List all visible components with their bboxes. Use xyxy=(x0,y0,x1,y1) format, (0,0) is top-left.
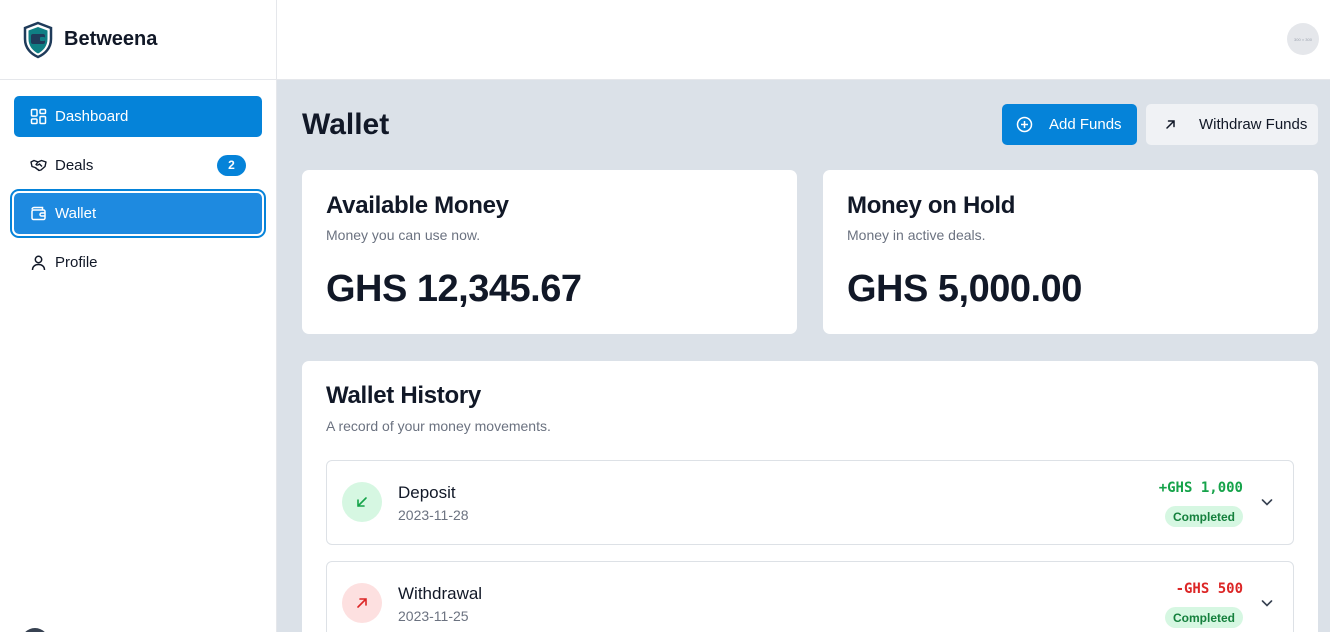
status-badge: Completed xyxy=(1164,506,1243,527)
avatar[interactable]: 300 × 300 xyxy=(1287,23,1319,55)
withdraw-funds-button[interactable]: Withdraw Funds xyxy=(1146,104,1318,145)
main-content: Wallet Add Funds Withdraw Funds Availabl… xyxy=(277,80,1330,632)
card-title: Available Money xyxy=(326,192,509,219)
plus-circle-icon xyxy=(1016,116,1033,133)
chevron-down-icon[interactable] xyxy=(1259,494,1275,510)
add-funds-label: Add Funds xyxy=(1049,116,1122,133)
withdraw-funds-label: Withdraw Funds xyxy=(1199,116,1308,133)
sidebar-nav: Dashboard Deals 2 Wallet Profile xyxy=(0,80,276,306)
user-icon xyxy=(30,254,47,271)
handshake-icon xyxy=(30,157,47,174)
sidebar-item-deals[interactable]: Deals 2 xyxy=(14,145,262,186)
brand[interactable]: Betweena xyxy=(0,0,276,80)
history-title: Wallet History xyxy=(326,382,481,409)
chevron-down-icon[interactable] xyxy=(1259,595,1275,611)
topbar: 300 × 300 xyxy=(277,0,1330,80)
arrow-up-right-icon xyxy=(342,583,382,623)
sidebar-item-dashboard[interactable]: Dashboard xyxy=(14,96,262,137)
sidebar-item-label: Dashboard xyxy=(55,108,129,125)
dashboard-icon xyxy=(30,108,47,125)
status-badge: Completed xyxy=(1164,607,1243,628)
avatar-placeholder-text: 300 × 300 xyxy=(1294,36,1312,42)
transaction-date: 2023-11-25 xyxy=(398,608,469,624)
arrow-down-left-icon xyxy=(342,482,382,522)
hold-balance: GHS 5,000.00 xyxy=(847,268,1082,310)
available-balance: GHS 12,345.67 xyxy=(326,268,582,310)
money-on-hold-card: Money on Hold Money in active deals. GHS… xyxy=(823,170,1318,334)
transaction-type: Withdrawal xyxy=(398,584,483,603)
sidebar: Betweena Dashboard Deals 2 Wallet Profil… xyxy=(0,0,277,632)
card-subtitle: Money in active deals. xyxy=(847,227,986,243)
sidebar-item-profile[interactable]: Profile xyxy=(14,242,262,283)
history-subtitle: A record of your money movements. xyxy=(326,418,551,434)
sidebar-item-label: Wallet xyxy=(55,205,97,222)
page-title: Wallet xyxy=(302,108,390,141)
add-funds-button[interactable]: Add Funds xyxy=(1002,104,1137,145)
arrow-up-right-icon xyxy=(1162,116,1179,133)
available-money-card: Available Money Money you can use now. G… xyxy=(302,170,797,334)
sidebar-item-wallet[interactable]: Wallet xyxy=(14,193,262,234)
deals-count-badge: 2 xyxy=(217,154,246,176)
list-item[interactable]: Withdrawal 2023-11-25 -GHS 500 Completed xyxy=(326,561,1294,632)
sidebar-item-label: Profile xyxy=(55,253,98,271)
sidebar-item-label: Deals xyxy=(55,156,94,174)
wallet-history-card: Wallet History A record of your money mo… xyxy=(302,361,1318,632)
brand-name: Betweena xyxy=(64,28,158,50)
shield-wallet-icon xyxy=(22,21,54,59)
transaction-amount: -GHS 500 xyxy=(1175,581,1243,597)
card-title: Money on Hold xyxy=(847,192,1016,219)
transaction-type: Deposit xyxy=(398,483,456,502)
transaction-amount: +GHS 1,000 xyxy=(1158,480,1243,496)
transaction-date: 2023-11-28 xyxy=(398,507,469,523)
wallet-icon xyxy=(30,205,47,222)
list-item[interactable]: Deposit 2023-11-28 +GHS 1,000 Completed xyxy=(326,460,1294,545)
sidebar-user-avatar[interactable] xyxy=(21,628,49,632)
card-subtitle: Money you can use now. xyxy=(326,227,481,243)
